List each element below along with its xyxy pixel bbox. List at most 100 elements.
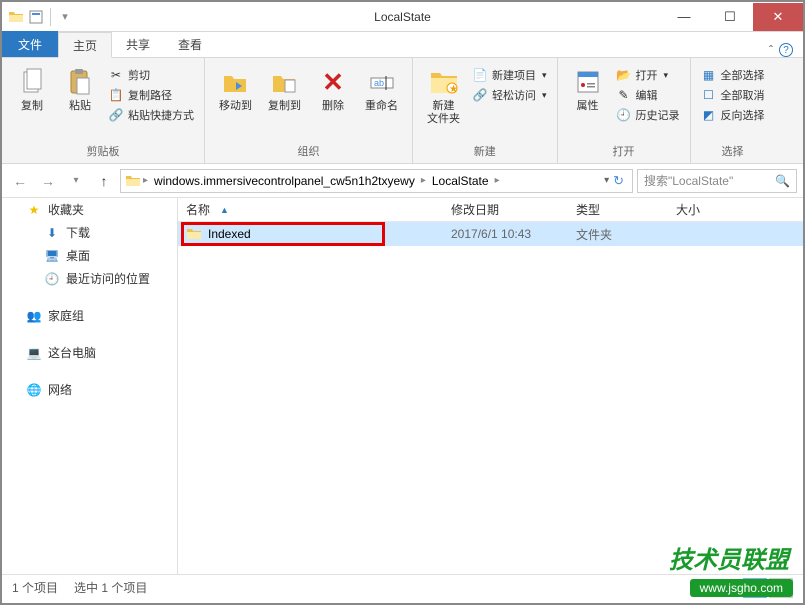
quick-access-toolbar: ▾ <box>2 8 73 26</box>
select-all-icon: ▦ <box>701 67 717 83</box>
back-button[interactable]: ← <box>8 169 32 193</box>
open-button[interactable]: 📂打开▾ <box>614 66 682 84</box>
sidebar-desktop[interactable]: 🖥桌面 <box>2 244 177 267</box>
easy-access-icon: 🔗 <box>472 87 488 103</box>
properties-icon <box>572 66 604 98</box>
ribbon-group-clipboard: 复制 粘贴 ✂剪切 📋复制路径 🔗粘贴快捷方式 剪贴板 <box>2 58 205 163</box>
maximize-button[interactable]: ☐ <box>707 3 753 31</box>
move-to-icon <box>220 66 252 98</box>
properties-icon[interactable] <box>28 9 44 25</box>
up-button[interactable]: ↑ <box>92 169 116 193</box>
paste-icon <box>64 66 96 98</box>
qat-dropdown-icon[interactable]: ▾ <box>57 9 73 25</box>
sidebar-thispc[interactable]: 💻这台电脑 <box>2 341 177 364</box>
tab-home[interactable]: 主页 <box>58 32 112 58</box>
breadcrumb-item[interactable]: LocalState <box>428 174 493 188</box>
ribbon-group-new: ★ 新建 文件夹 📄新建项目▾ 🔗轻松访问▾ 新建 <box>413 58 558 163</box>
refresh-button[interactable]: ↻ <box>613 173 624 189</box>
forward-button[interactable]: → <box>36 169 60 193</box>
delete-button[interactable]: ✕ 删除 <box>311 62 355 117</box>
tab-share[interactable]: 共享 <box>112 31 164 57</box>
chevron-right-icon[interactable]: ▸ <box>143 175 148 186</box>
column-date[interactable]: 修改日期 <box>443 201 568 218</box>
tab-view[interactable]: 查看 <box>164 31 216 57</box>
file-type-cell: 文件夹 <box>568 226 668 243</box>
address-bar[interactable]: ▸ windows.immersivecontrolpanel_cw5n1h2t… <box>120 169 633 193</box>
ribbon-group-select: ▦全部选择 ☐全部取消 ◩反向选择 选择 <box>691 58 775 163</box>
sidebar-downloads[interactable]: ⬇下载 <box>2 221 177 244</box>
recent-dropdown[interactable]: ▾ <box>64 169 88 193</box>
cut-button[interactable]: ✂剪切 <box>106 66 196 84</box>
new-item-button[interactable]: 📄新建项目▾ <box>470 66 549 84</box>
properties-button[interactable]: 属性 <box>566 62 610 117</box>
history-icon: 🕘 <box>616 107 632 123</box>
link-icon: 📋 <box>108 87 124 103</box>
rename-button[interactable]: ab 重命名 <box>359 62 404 117</box>
close-button[interactable]: ✕ <box>753 3 803 31</box>
folder-icon <box>186 226 202 242</box>
sidebar-favorites[interactable]: ★收藏夹 <box>2 198 177 221</box>
address-dropdown-icon[interactable]: ▾ <box>604 175 609 186</box>
ribbon-group-organize: 移动到 复制到 ✕ 删除 ab 重命名 组织 <box>205 58 413 163</box>
star-icon: ★ <box>26 202 42 218</box>
new-folder-button[interactable]: ★ 新建 文件夹 <box>421 62 466 130</box>
file-list: 名称▲ 修改日期 类型 大小 Indexed 2017/6/1 10:43 文件… <box>178 198 803 574</box>
select-all-button[interactable]: ▦全部选择 <box>699 66 767 84</box>
copy-path-button[interactable]: 📋复制路径 <box>106 86 196 104</box>
invert-icon: ◩ <box>701 107 717 123</box>
edit-button[interactable]: ✎编辑 <box>614 86 682 104</box>
column-name[interactable]: 名称▲ <box>178 201 443 218</box>
copy-button[interactable]: 复制 <box>10 62 54 117</box>
scissors-icon: ✂ <box>108 67 124 83</box>
file-date-cell: 2017/6/1 10:43 <box>443 227 568 241</box>
history-button[interactable]: 🕘历史记录 <box>614 106 682 124</box>
select-none-icon: ☐ <box>701 87 717 103</box>
ribbon-right: ˆ ? <box>769 43 803 57</box>
search-input[interactable]: 搜索"LocalState" 🔍 <box>637 169 797 193</box>
ribbon-tabs: 文件 主页 共享 查看 ˆ ? <box>2 32 803 58</box>
new-folder-icon: ★ <box>428 66 460 98</box>
tab-file[interactable]: 文件 <box>2 31 58 57</box>
column-headers: 名称▲ 修改日期 类型 大小 <box>178 198 803 222</box>
separator <box>50 8 51 26</box>
sidebar: ★收藏夹 ⬇下载 🖥桌面 🕘最近访问的位置 👥家庭组 💻这台电脑 🌐网络 <box>2 198 178 574</box>
help-icon[interactable]: ? <box>779 43 793 57</box>
copy-to-button[interactable]: 复制到 <box>262 62 307 117</box>
copy-icon <box>16 66 48 98</box>
window-title: LocalState <box>374 10 431 24</box>
paste-shortcut-button[interactable]: 🔗粘贴快捷方式 <box>106 106 196 124</box>
chevron-right-icon[interactable]: ▸ <box>495 175 500 186</box>
edit-icon: ✎ <box>616 87 632 103</box>
folder-icon <box>125 173 141 189</box>
chevron-right-icon[interactable]: ▸ <box>421 175 426 186</box>
ribbon-expand-icon[interactable]: ˆ <box>769 43 773 57</box>
sidebar-recent[interactable]: 🕘最近访问的位置 <box>2 267 177 290</box>
computer-icon: 💻 <box>26 345 42 361</box>
window-controls: — ☐ ✕ <box>661 3 803 31</box>
sidebar-homegroup[interactable]: 👥家庭组 <box>2 304 177 327</box>
column-size[interactable]: 大小 <box>668 201 748 218</box>
status-item-count: 1 个项目 <box>12 579 58 596</box>
search-icon: 🔍 <box>775 174 790 188</box>
select-none-button[interactable]: ☐全部取消 <box>699 86 767 104</box>
open-icon: 📂 <box>616 67 632 83</box>
invert-selection-button[interactable]: ◩反向选择 <box>699 106 767 124</box>
svg-text:★: ★ <box>449 84 458 95</box>
file-name-cell: Indexed <box>178 226 443 242</box>
file-row[interactable]: Indexed 2017/6/1 10:43 文件夹 <box>178 222 803 246</box>
sidebar-network[interactable]: 🌐网络 <box>2 378 177 401</box>
search-placeholder: 搜索"LocalState" <box>644 172 733 189</box>
copy-to-icon <box>269 66 301 98</box>
status-bar: 1 个项目 选中 1 个项目 ☰ ▦ <box>2 574 803 600</box>
easy-access-button[interactable]: 🔗轻松访问▾ <box>470 86 549 104</box>
breadcrumb-item[interactable]: windows.immersivecontrolpanel_cw5n1h2txy… <box>150 174 419 188</box>
nav-bar: ← → ▾ ↑ ▸ windows.immersivecontrolpanel_… <box>2 164 803 198</box>
move-to-button[interactable]: 移动到 <box>213 62 258 117</box>
minimize-button[interactable]: — <box>661 3 707 31</box>
paste-button[interactable]: 粘贴 <box>58 62 102 117</box>
column-type[interactable]: 类型 <box>568 201 668 218</box>
status-selection: 选中 1 个项目 <box>74 579 147 596</box>
download-icon: ⬇ <box>44 225 60 241</box>
new-item-icon: 📄 <box>472 67 488 83</box>
watermark-url: www.jsgho.com <box>690 579 793 597</box>
